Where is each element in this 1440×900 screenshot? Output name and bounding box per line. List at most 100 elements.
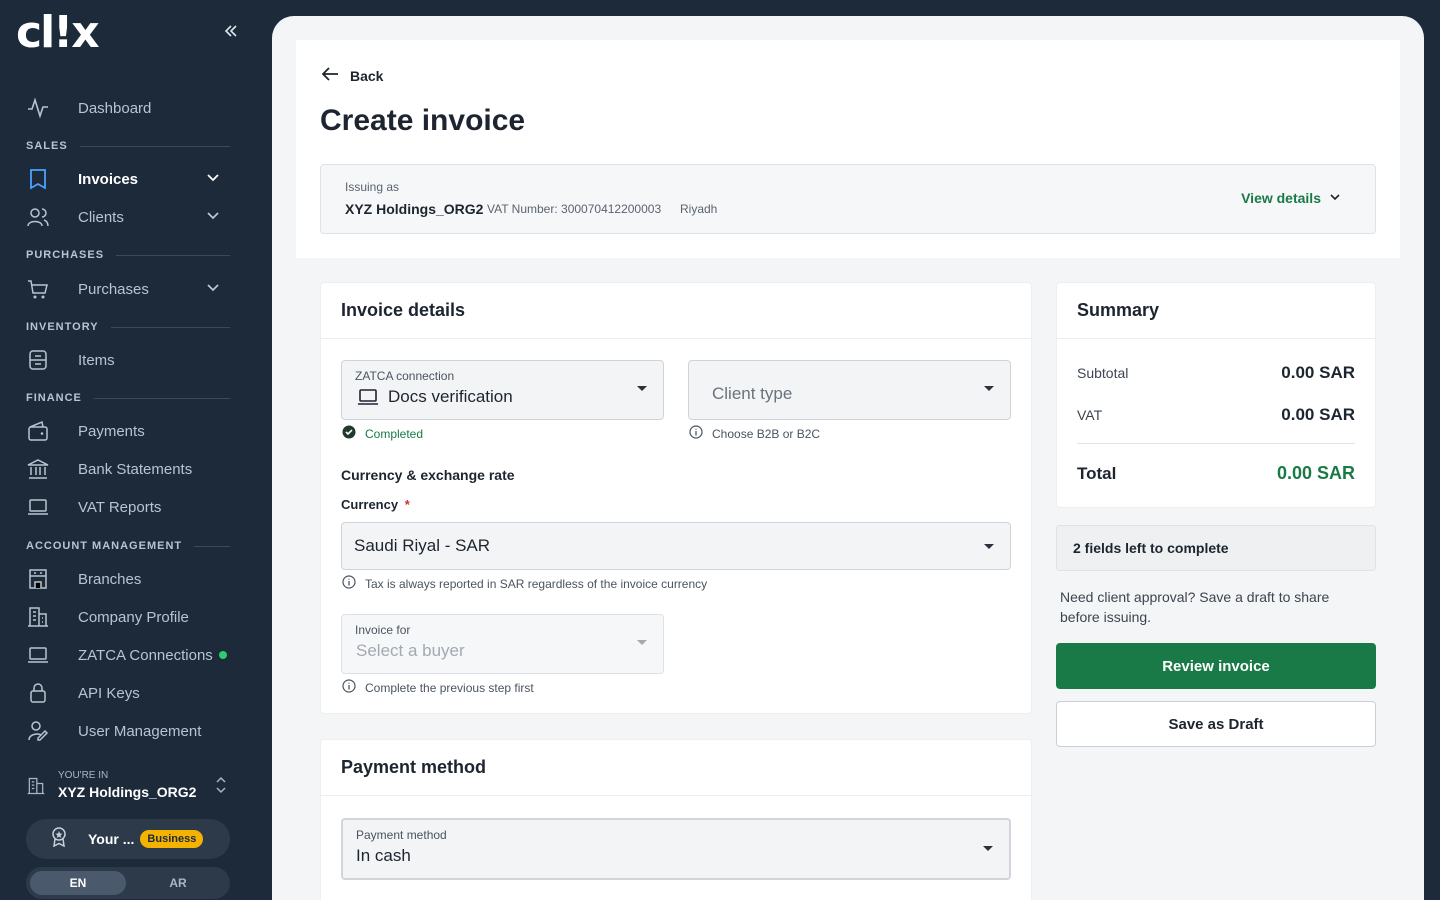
draft-note: Need client approval? Save a draft to sh… <box>1060 589 1330 625</box>
clix-logo[interactable]: cl!x <box>16 11 100 55</box>
issuing-org: XYZ Holdings_ORG2 <box>345 201 484 217</box>
sidebar-item-items[interactable]: Items <box>26 343 230 377</box>
sidebar-item-label: Purchases <box>78 280 149 298</box>
back-button[interactable]: Back <box>320 66 383 85</box>
sidebar-item-label: ZATCA Connections <box>78 646 213 664</box>
section-label: FINANCE <box>26 392 82 404</box>
divider <box>1077 443 1355 444</box>
subtotal-label: Subtotal <box>1077 365 1129 381</box>
org-switcher[interactable]: YOU'RE IN XYZ Holdings_ORG2 <box>26 766 230 806</box>
sidebar-item-purchases[interactable]: Purchases <box>26 272 230 306</box>
status-text: Completed <box>365 426 424 441</box>
client-type-select[interactable]: Client type <box>688 360 1011 420</box>
payment-method-select[interactable]: Payment method In cash <box>341 818 1011 880</box>
laptop-icon <box>26 643 58 667</box>
info-icon <box>689 425 703 442</box>
view-details-button[interactable]: View details <box>1241 190 1341 206</box>
sidebar-item-label: Items <box>78 351 115 369</box>
section-sales: SALES <box>26 140 230 152</box>
field-value: In cash <box>356 846 411 865</box>
sidebar-item-user-management[interactable]: User Management <box>26 714 230 748</box>
language-toggle: EN AR <box>26 867 230 899</box>
invoice-details-card: Invoice details ZATCA connection Docs ve… <box>320 282 1032 714</box>
section-label: PURCHASES <box>26 249 105 261</box>
fields-left-banner: 2 fields left to complete <box>1056 525 1376 571</box>
section-inventory: INVENTORY <box>26 321 230 333</box>
caret-down-icon <box>984 386 994 391</box>
laptop-icon <box>357 388 379 411</box>
caret-down-icon <box>983 846 993 851</box>
org-caption: YOU'RE IN <box>58 770 109 781</box>
issuing-city: Riyadh <box>680 202 718 216</box>
sidebar-item-vat-reports[interactable]: VAT Reports <box>26 490 230 524</box>
card-title: Payment method <box>321 740 1031 796</box>
plan-card[interactable]: Your ... Business <box>26 819 230 859</box>
card-title: Invoice details <box>321 283 1031 339</box>
chevron-down-icon[interactable] <box>206 209 220 227</box>
chevron-up-down-icon[interactable] <box>216 776 226 796</box>
help-text: Complete the previous step first <box>365 680 534 695</box>
sidebar-item-bank-statements[interactable]: Bank Statements <box>26 452 230 486</box>
subtotal-value: 0.00 SAR <box>1281 363 1355 382</box>
users-icon <box>26 205 58 229</box>
info-icon <box>342 575 356 592</box>
zatca-status: Completed <box>342 425 423 442</box>
sidebar-item-payments[interactable]: Payments <box>26 414 230 448</box>
sidebar-item-label: Invoices <box>78 170 139 188</box>
invoice-for-help: Complete the previous step first <box>342 679 534 696</box>
invoice-for-select[interactable]: Invoice for Select a buyer <box>341 614 664 674</box>
info-icon <box>342 679 356 696</box>
store-icon <box>26 567 58 591</box>
save-draft-button[interactable]: Save as Draft <box>1056 701 1376 747</box>
required-marker: * <box>404 497 410 512</box>
help-text: Tax is always reported in SAR regardless… <box>365 576 708 591</box>
caret-down-icon <box>984 544 994 549</box>
vat-row: VAT 0.00 SAR <box>1077 405 1355 425</box>
vat-label: VAT <box>1077 407 1103 423</box>
sidebar-item-api-keys[interactable]: API Keys <box>26 676 230 710</box>
chevron-down-icon <box>1329 190 1341 206</box>
currency-select[interactable]: Saudi Riyal - SAR <box>341 522 1011 570</box>
sidebar-item-dashboard[interactable]: Dashboard <box>26 91 230 125</box>
total-value: 0.00 SAR <box>1276 463 1355 483</box>
cart-icon <box>26 277 58 301</box>
arrow-left-icon <box>320 66 340 85</box>
section-purchases: PURCHASES <box>26 249 230 261</box>
receipt-icon <box>26 167 58 191</box>
field-placeholder: Select a buyer <box>356 641 465 660</box>
review-invoice-button[interactable]: Review invoice <box>1056 643 1376 689</box>
org-name: XYZ Holdings_ORG2 <box>58 784 197 800</box>
award-icon <box>50 826 68 852</box>
back-label: Back <box>350 67 384 84</box>
sidebar-item-clients[interactable]: Clients <box>26 200 230 234</box>
section-label: INVENTORY <box>26 321 99 333</box>
currency-label: Currency * <box>341 497 410 512</box>
chevron-down-icon[interactable] <box>206 281 220 299</box>
sidebar-item-zatca-connections[interactable]: ZATCA Connections <box>26 638 230 672</box>
collapse-sidebar-icon[interactable] <box>224 22 240 42</box>
chevron-down-icon[interactable] <box>206 171 220 189</box>
label-text: Currency <box>341 497 399 512</box>
lang-ar-button[interactable]: AR <box>130 871 226 895</box>
lang-en-button[interactable]: EN <box>30 871 126 895</box>
sidebar-item-label: API Keys <box>78 684 140 702</box>
caret-down-icon <box>637 640 647 645</box>
sidebar-item-branches[interactable]: Branches <box>26 562 230 596</box>
page-title: Create invoice <box>320 104 526 137</box>
issuing-caption: Issuing as <box>345 180 400 194</box>
plan-badge: Business <box>140 830 204 848</box>
building-icon <box>26 605 58 629</box>
issuing-as-panel: Issuing as XYZ Holdings_ORG2 VAT Number:… <box>320 164 1376 234</box>
vat-number: VAT Number: 300070412200003 <box>487 202 662 216</box>
field-label: ZATCA connection <box>355 369 455 383</box>
sidebar-item-company-profile[interactable]: Company Profile <box>26 600 230 634</box>
lock-icon <box>26 681 58 705</box>
sidebar-item-label: Company Profile <box>78 608 189 626</box>
sidebar-item-invoices[interactable]: Invoices <box>26 162 230 196</box>
building-icon <box>26 776 46 801</box>
sidebar-item-label: Dashboard <box>78 99 152 117</box>
total-row: Total 0.00 SAR <box>1077 463 1355 484</box>
view-details-label: View details <box>1241 190 1321 206</box>
zatca-connection-select[interactable]: ZATCA connection Docs verification <box>341 360 664 420</box>
archive-icon <box>26 348 58 372</box>
